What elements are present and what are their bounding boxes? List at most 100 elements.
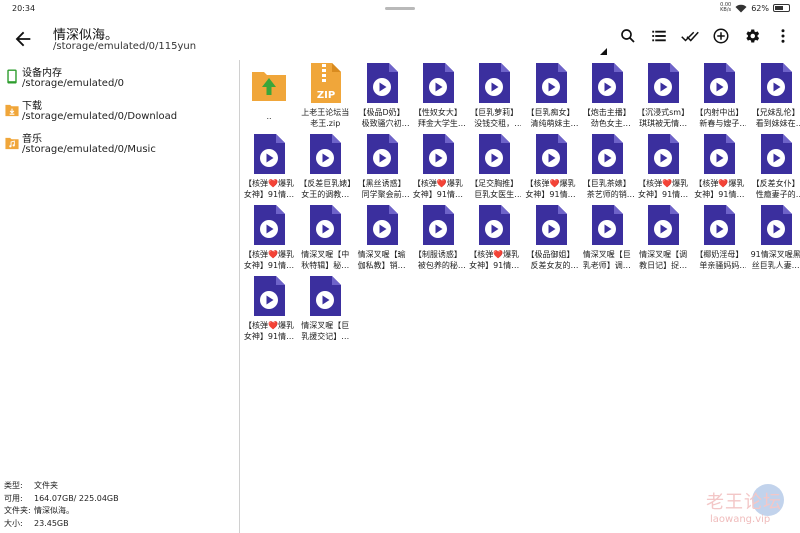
file-item[interactable]: 【巨乳萝莉】没钱交租，死… — [467, 60, 521, 130]
phone-icon — [7, 69, 17, 84]
file-name: 【核弹❤️爆乳女神】91情… — [694, 179, 745, 199]
search-icon[interactable] — [619, 27, 637, 45]
video-file-icon — [365, 133, 399, 175]
video-file-icon — [646, 133, 680, 175]
sort-indicator-icon[interactable] — [600, 48, 607, 55]
file-name: 【核弹❤️爆乳女神】91情… — [525, 179, 576, 199]
video-file-icon — [308, 275, 342, 317]
video-file-icon — [702, 133, 736, 175]
file-name: 【炮击主播】劲色女主播，… — [582, 108, 631, 128]
settings-gear-icon[interactable] — [743, 27, 761, 45]
video-file-icon — [646, 204, 680, 246]
folder-path[interactable]: /storage/emulated/0/115yun — [53, 41, 196, 52]
file-name: 【反差巨乳婊】女王的调教… — [299, 179, 352, 199]
svg-text:ZIP: ZIP — [317, 90, 335, 101]
select-all-icon[interactable] — [681, 27, 699, 45]
info-key: 类型: — [4, 481, 23, 490]
file-item[interactable]: 91情深叉喔黑丝巨乳人妻… — [749, 202, 800, 272]
file-item[interactable]: 【巨乳茶婊】茶艺师的销售… — [580, 131, 634, 201]
video-file-icon — [365, 62, 399, 104]
file-item[interactable]: 【兄妹乱伦】看到妹妹在家… — [749, 60, 800, 130]
file-item[interactable]: 【反差女仆】性瘾妻子的限… — [749, 131, 800, 201]
watermark-url: laowang.vip — [710, 514, 771, 525]
file-item[interactable]: 【核弹❤️爆乳女神】91情… — [692, 131, 746, 201]
file-name: 【反差女仆】性瘾妻子的限… — [751, 179, 800, 199]
watermark: 老王论坛 laowang.vip — [706, 488, 796, 530]
info-value: 情深似海。 — [34, 506, 74, 515]
file-name: 【核弹❤️爆乳女神】91情… — [243, 250, 295, 270]
info-key: 文件夹: — [4, 506, 31, 515]
file-name: 91情深叉喔黑丝巨乳人妻… — [750, 250, 800, 270]
file-item[interactable]: 【内射中出】新春与嫂子的… — [692, 60, 746, 130]
file-item[interactable]: 【反差巨乳婊】女王的调教… — [298, 131, 352, 201]
file-item[interactable]: 【核弹❤️爆乳女神】91情… — [242, 202, 296, 272]
file-item[interactable]: 【核弹❤️爆乳女神】91情… — [636, 131, 690, 201]
file-item[interactable]: 【核弹❤️爆乳女神】91情… — [467, 202, 521, 272]
file-item[interactable]: 【炮击主播】劲色女主播，… — [580, 60, 634, 130]
back-arrow-icon[interactable] — [12, 28, 34, 50]
zip-file-icon: ZIP — [308, 62, 342, 104]
file-item[interactable]: 【足交胸推】巨乳女医生早… — [467, 131, 521, 201]
video-file-icon — [308, 204, 342, 246]
file-name: .. — [266, 112, 272, 121]
file-item[interactable]: 【核弹❤️爆乳女神】91情… — [242, 273, 296, 343]
video-file-icon — [702, 204, 736, 246]
file-name: 情深叉喔【中秋特辑】秘… — [301, 250, 350, 270]
file-item[interactable]: .. — [242, 60, 296, 130]
info-row-size: 大小: 23.45GB — [4, 518, 119, 531]
file-name: 【黑丝诱惑】同学聚会前与… — [357, 179, 406, 199]
file-item[interactable]: 【极品D奶】极致骚穴初体… — [355, 60, 409, 130]
file-item[interactable]: 【黑丝诱惑】同学聚会前与… — [355, 131, 409, 201]
info-key: 可用: — [4, 493, 23, 503]
file-item[interactable]: 情深叉喔【巨乳老师】调… — [580, 202, 634, 272]
add-icon[interactable] — [712, 27, 730, 45]
file-name: 【巨乳痴女】清纯萌妹主打… — [526, 108, 575, 128]
video-file-icon — [421, 133, 455, 175]
file-name: 【性奴女大】拜金大学生养… — [413, 108, 462, 128]
more-vert-icon[interactable] — [774, 27, 792, 45]
info-value: 文件夹 — [34, 481, 58, 490]
video-file-icon — [308, 133, 342, 175]
top-toolbar: 情深似海。 /storage/emulated/0/115yun — [0, 17, 800, 60]
file-item[interactable]: 【沉浸式sm】琪琪被无情… — [636, 60, 690, 130]
video-file-icon — [534, 204, 568, 246]
video-file-icon — [421, 204, 455, 246]
battery-level — [775, 6, 783, 10]
sidebar-item-path: /storage/emulated/0/Music — [22, 144, 156, 155]
info-key: 大小: — [4, 518, 23, 528]
sidebar-item-device-storage[interactable]: 设备内存 /storage/emulated/0 — [0, 62, 240, 92]
file-item[interactable]: 【性奴女大】拜金大学生养… — [411, 60, 465, 130]
video-file-icon — [365, 204, 399, 246]
file-item[interactable]: 【核弹❤️爆乳女神】91情… — [411, 131, 465, 201]
list-view-icon[interactable] — [650, 27, 668, 45]
file-item[interactable]: 【核弹❤️爆乳女神】91情… — [524, 131, 578, 201]
video-file-icon — [534, 62, 568, 104]
file-item[interactable]: 情深叉喔【瑜伽私教】销… — [355, 202, 409, 272]
file-name: 【核弹❤️爆乳女神】91情… — [469, 250, 520, 270]
file-name: 【制服诱惑】被包养的秘书… — [413, 250, 462, 270]
video-file-icon — [590, 62, 624, 104]
file-item[interactable]: 【制服诱惑】被包养的秘书… — [411, 202, 465, 272]
file-name: 【巨乳茶婊】茶艺师的销售… — [582, 179, 631, 199]
parent-folder-icon — [252, 62, 286, 104]
file-item[interactable]: 【椰奶淫母】单亲骚妈妈对… — [692, 202, 746, 272]
file-item[interactable]: 【核弹❤️爆乳女神】91情… — [242, 131, 296, 201]
file-item[interactable]: 【极品御姐】反差女友的双… — [524, 202, 578, 272]
drag-handle[interactable] — [385, 7, 415, 10]
info-row-type: 类型: 文件夹 — [4, 480, 119, 493]
file-item[interactable]: 情深叉喔【巨乳援交记】… — [298, 273, 352, 343]
video-file-icon — [759, 62, 793, 104]
sidebar-item-music[interactable]: 音乐 /storage/emulated/0/Music — [0, 128, 240, 158]
video-file-icon — [477, 133, 511, 175]
status-time: 20:34 — [12, 4, 36, 13]
file-name: 【巨乳萝莉】没钱交租，死… — [470, 108, 519, 128]
file-item[interactable]: 情深叉喔【调教日记】捉… — [636, 202, 690, 272]
sidebar-item-download[interactable]: 下载 /storage/emulated/0/Download — [0, 95, 240, 125]
file-item[interactable]: ZIP 上老王论坛当老王.zip — [298, 60, 352, 130]
file-item[interactable]: 【巨乳痴女】清纯萌妹主打… — [524, 60, 578, 130]
info-row-available: 可用: 164.07GB/ 225.04GB — [4, 493, 119, 506]
storage-sidebar: 设备内存 /storage/emulated/0 下载 /storage/emu… — [0, 60, 240, 533]
video-file-icon — [477, 62, 511, 104]
file-item[interactable]: 情深叉喔【中秋特辑】秘… — [298, 202, 352, 272]
net-speed: 0.00 KB/s — [720, 3, 731, 13]
